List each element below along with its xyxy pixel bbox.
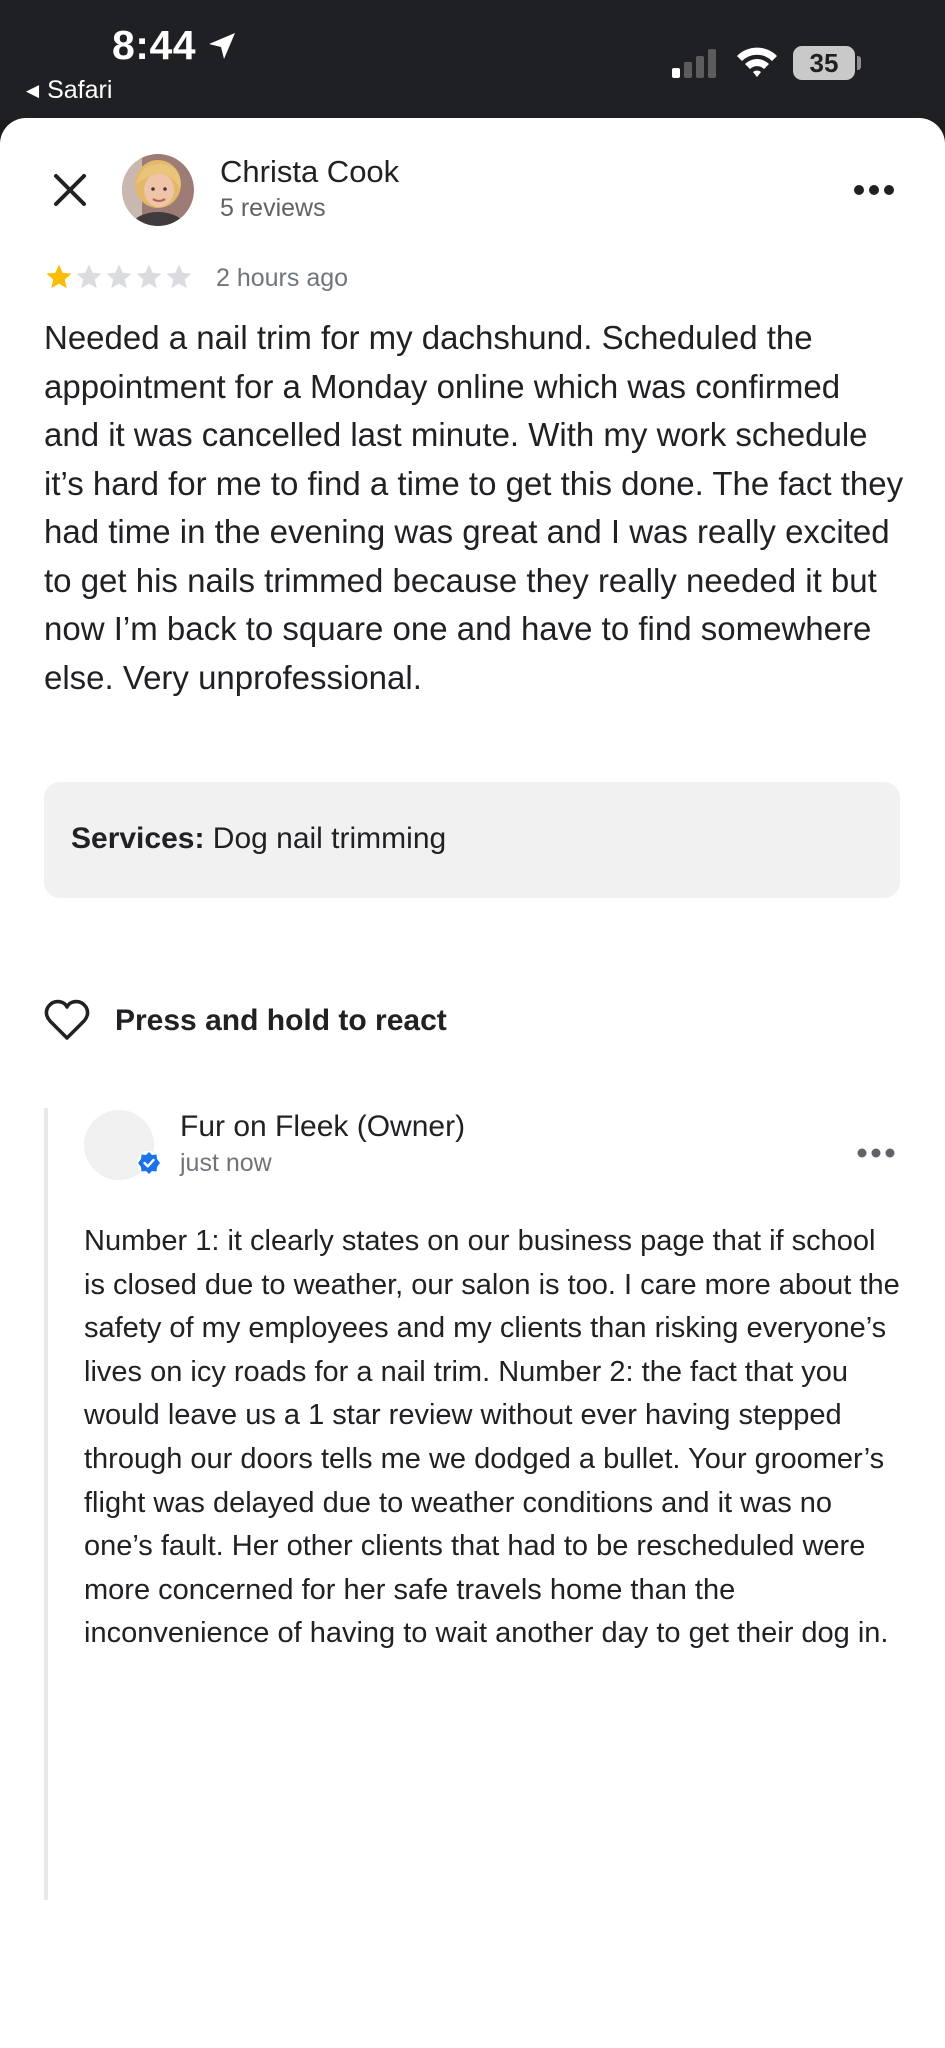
back-app-label: Safari — [47, 76, 113, 104]
review-time: 2 hours ago — [216, 264, 349, 292]
location-arrow-icon — [209, 33, 235, 59]
back-to-app-button[interactable]: ◀ Safari — [26, 76, 112, 105]
react-label: Press and hold to react — [115, 1004, 447, 1037]
services-line: Services: Dog nail trimming — [71, 822, 446, 856]
review-sheet: Christa Cook 5 reviews 2 hours ago Neede… — [0, 118, 945, 2048]
review-text: Needed a nail trim for my dachshund. Sch… — [44, 319, 904, 696]
cellular-signal-icon — [672, 49, 716, 78]
verified-badge-icon — [137, 1151, 161, 1175]
reviewer-avatar[interactable] — [122, 154, 194, 226]
battery-tip — [857, 56, 861, 70]
owner-reply-time: just now — [180, 1149, 272, 1177]
back-triangle-icon: ◀ — [26, 81, 40, 100]
reviewer-name[interactable]: Christa Cook — [220, 154, 399, 190]
owner-name: Fur on Fleek (Owner) — [180, 1110, 466, 1143]
close-icon[interactable] — [48, 168, 92, 212]
reply-indent-bar — [44, 1108, 48, 1900]
star-empty-icon — [166, 264, 192, 289]
reviewer-review-count: 5 reviews — [220, 194, 326, 222]
star-rating — [44, 262, 194, 294]
owner-more-options-icon[interactable] — [856, 1144, 896, 1162]
status-time: 8:44 — [112, 22, 197, 68]
more-options-icon[interactable] — [852, 180, 896, 200]
star-empty-icon — [76, 264, 102, 289]
star-empty-icon — [136, 264, 162, 289]
services-value: Dog nail trimming — [212, 822, 447, 855]
heart-icon — [44, 999, 90, 1040]
services-label: Services: — [71, 822, 205, 855]
services-box: Services: Dog nail trimming — [44, 782, 900, 898]
wifi-icon — [737, 47, 777, 77]
star-empty-icon — [106, 264, 132, 289]
status-bar: 8:44 ◀ Safari 35 — [0, 0, 945, 120]
battery-icon: 35 — [793, 46, 855, 80]
star-filled-icon — [46, 264, 72, 289]
owner-reply-text: Number 1: it clearly states on our busin… — [84, 1225, 900, 1650]
